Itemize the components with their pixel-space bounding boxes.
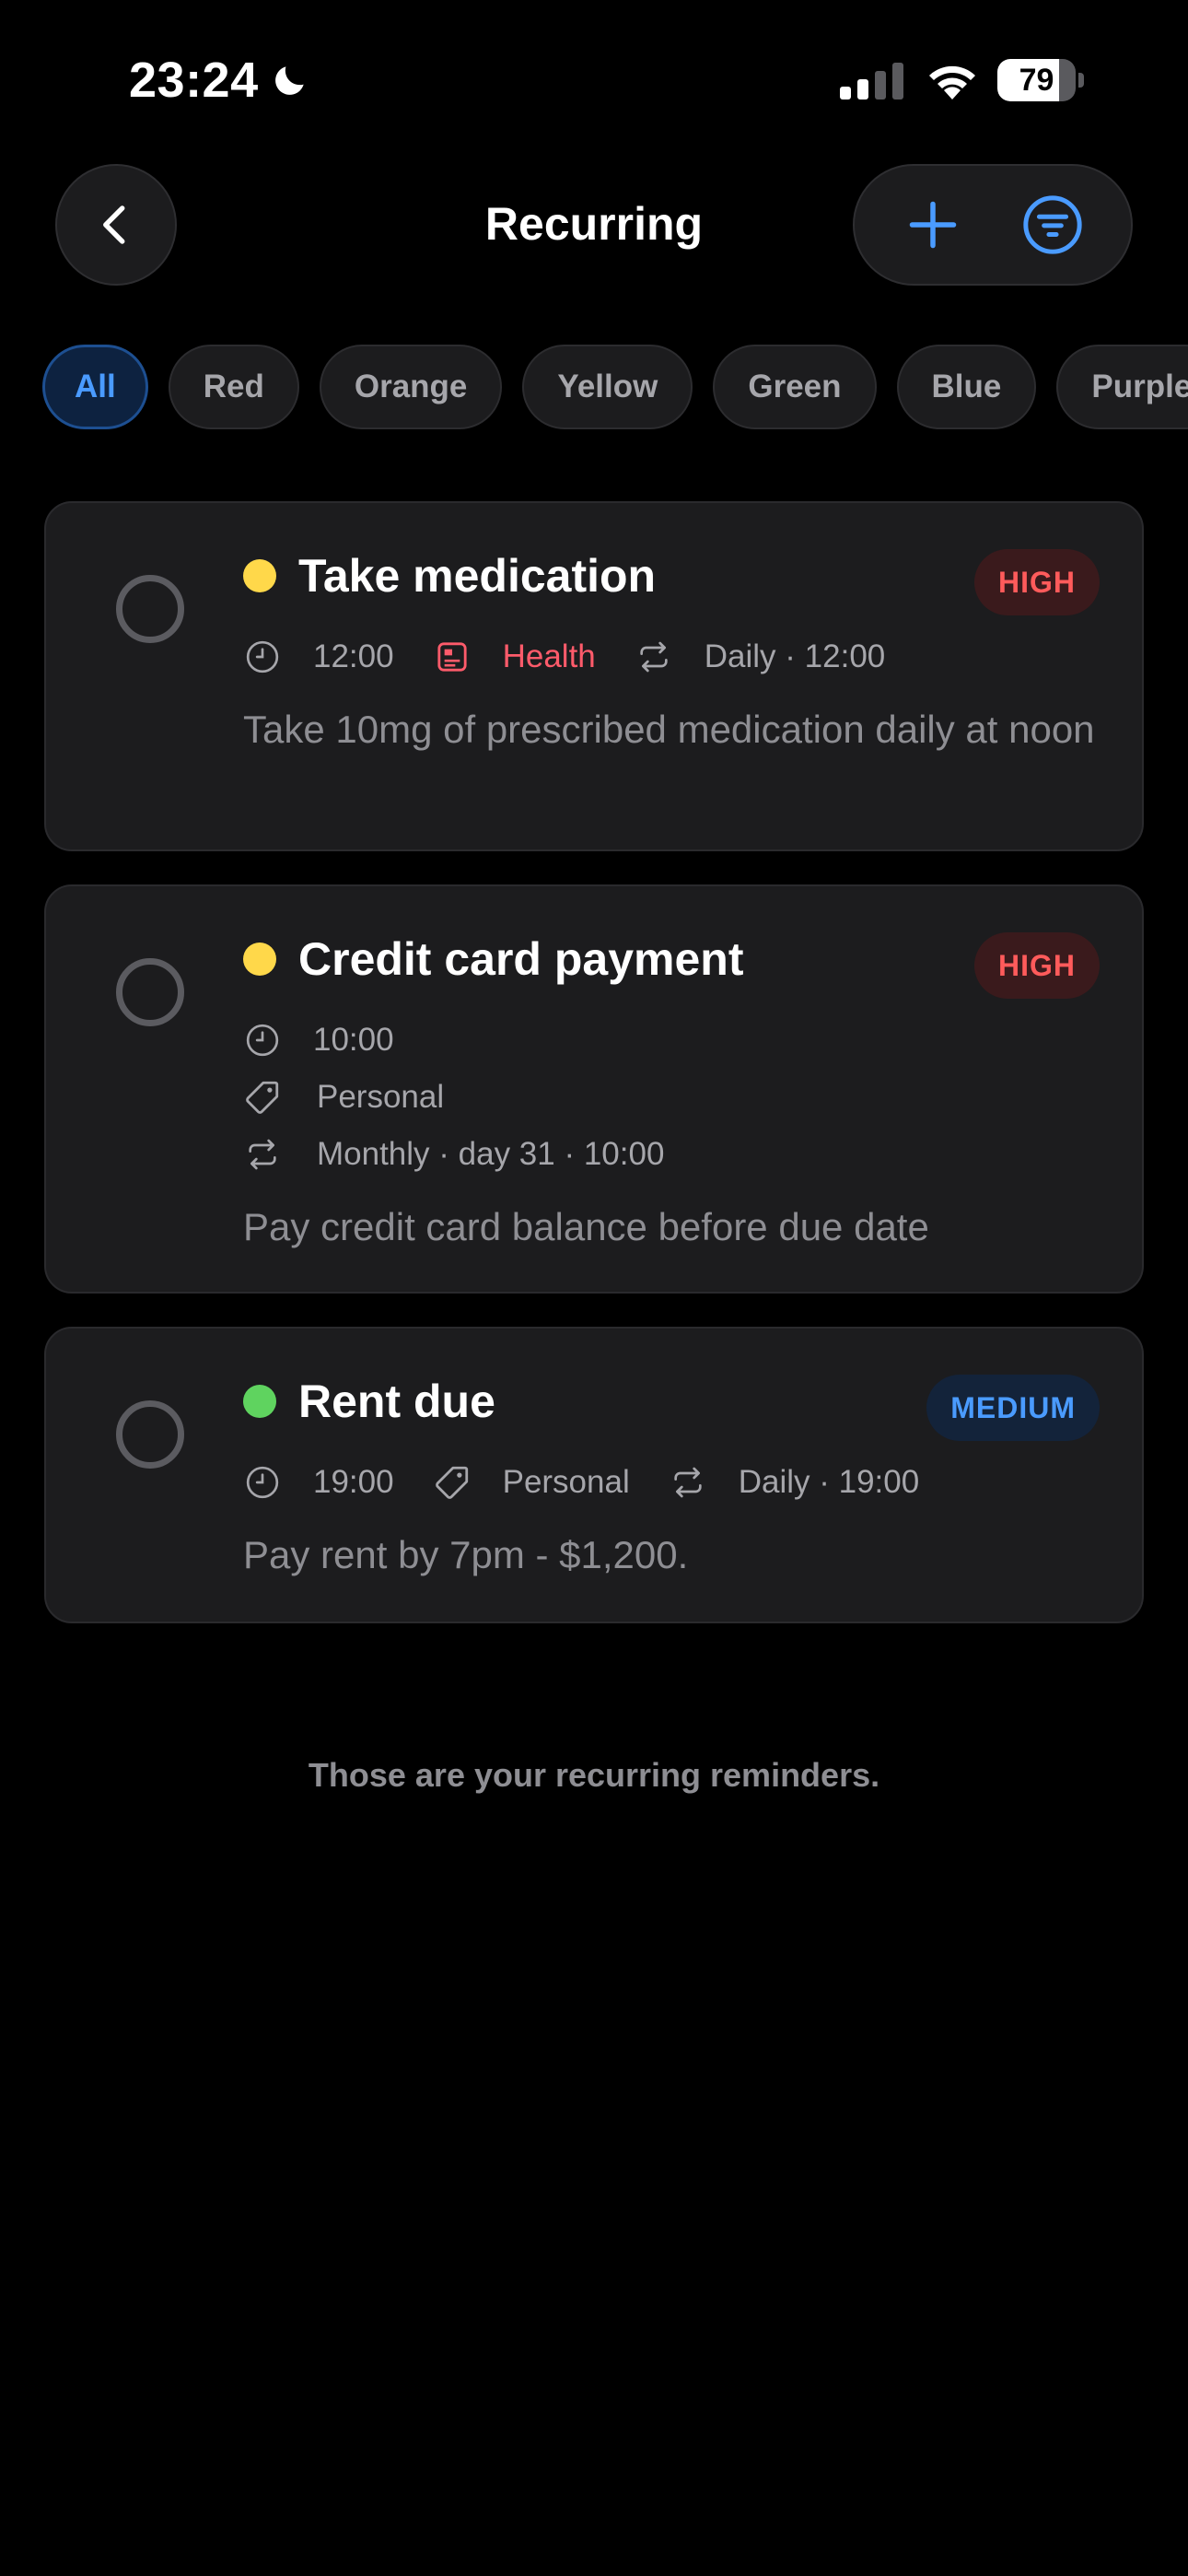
chip-all[interactable]: All	[42, 345, 148, 429]
battery-cap	[1078, 73, 1084, 88]
reminder-category: Personal	[502, 1464, 630, 1500]
filter-icon	[1023, 195, 1082, 254]
reminder-time: 19:00	[313, 1464, 394, 1500]
priority-badge: MEDIUM	[926, 1375, 1100, 1441]
color-dot	[243, 1385, 276, 1418]
repeat-icon	[669, 1463, 707, 1502]
moon-icon	[274, 66, 304, 95]
card-title-row: Take medication	[243, 549, 656, 603]
cellular-signal-icon	[840, 63, 903, 100]
nav-actions-group	[853, 164, 1133, 286]
battery-icon: 79	[997, 59, 1077, 101]
chip-blue[interactable]: Blue	[896, 345, 1037, 429]
filter-button[interactable]	[1007, 179, 1099, 271]
reminder-card[interactable]: Take medication HIGH 12:00 Health Daily …	[44, 501, 1144, 851]
card-title-row: Rent due	[243, 1375, 495, 1428]
plus-icon	[909, 201, 957, 249]
status-time-group: 23:24	[129, 52, 310, 109]
reminder-card[interactable]: Credit card payment HIGH 10:00 Personal …	[44, 884, 1144, 1294]
chip-orange[interactable]: Orange	[319, 345, 503, 429]
chip-red[interactable]: Red	[168, 345, 299, 429]
reminder-title: Take medication	[298, 550, 657, 602]
reminder-category: Personal	[317, 1079, 445, 1115]
clock-icon	[243, 638, 282, 676]
reminder-repeat: Daily · 12:00	[704, 638, 886, 674]
health-icon	[433, 638, 472, 676]
reminder-repeat: Daily · 19:00	[738, 1464, 920, 1500]
add-button[interactable]	[887, 179, 979, 271]
tag-icon	[243, 1078, 282, 1117]
battery-level: 79	[1019, 62, 1054, 98]
wifi-icon	[929, 65, 975, 100]
complete-checkbox[interactable]	[116, 575, 184, 643]
reminder-repeat-row: Monthly · day 31 · 10:00	[243, 1135, 664, 1174]
battery-indicator: 79	[997, 59, 1084, 101]
reminder-time-row: 10:00	[243, 1021, 394, 1060]
reminder-description: Pay rent by 7pm - $1,200.	[243, 1533, 689, 1576]
reminder-meta: 19:00 Personal Daily · 19:00	[243, 1463, 919, 1502]
clock-icon	[243, 1463, 282, 1502]
list-end-note: Those are your recurring reminders.	[308, 1756, 880, 1794]
color-filter-chips: All Red Orange Yellow Green Blue Purple	[42, 345, 1188, 431]
repeat-icon	[635, 638, 673, 676]
priority-badge: HIGH	[974, 549, 1100, 615]
complete-checkbox[interactable]	[116, 958, 184, 1026]
color-dot	[243, 559, 276, 592]
tag-icon	[433, 1463, 472, 1502]
repeat-icon	[243, 1135, 282, 1174]
priority-badge: HIGH	[974, 932, 1100, 999]
back-button[interactable]	[55, 164, 177, 286]
reminder-title: Credit card payment	[298, 933, 744, 985]
chip-purple[interactable]: Purple	[1056, 345, 1188, 429]
status-bar: 23:24 79	[0, 0, 1188, 157]
reminder-meta: 12:00 Health Daily · 12:00	[243, 638, 885, 676]
reminder-description: Pay credit card balance before due date	[243, 1205, 929, 1248]
reminder-category: Health	[502, 638, 596, 674]
reminder-time: 10:00	[313, 1022, 394, 1058]
reminder-category-row: Personal	[243, 1078, 444, 1117]
reminder-card[interactable]: Rent due MEDIUM 19:00 Personal Daily · 1…	[44, 1327, 1144, 1623]
chip-green[interactable]: Green	[713, 345, 877, 429]
reminder-description: Take 10mg of prescribed medication daily…	[243, 708, 1095, 751]
card-title-row: Credit card payment	[243, 932, 743, 986]
chip-yellow[interactable]: Yellow	[522, 345, 693, 429]
recurring-screen: 23:24 79 Recurring All Red Orange Yellow…	[0, 0, 1188, 2576]
color-dot	[243, 943, 276, 976]
status-time: 23:24	[129, 53, 259, 108]
reminder-title: Rent due	[298, 1376, 495, 1427]
reminder-repeat: Monthly · day 31 · 10:00	[317, 1136, 665, 1172]
complete-checkbox[interactable]	[116, 1400, 184, 1469]
reminder-time: 12:00	[313, 638, 394, 674]
chevron-left-icon	[103, 205, 125, 244]
clock-icon	[243, 1021, 282, 1060]
